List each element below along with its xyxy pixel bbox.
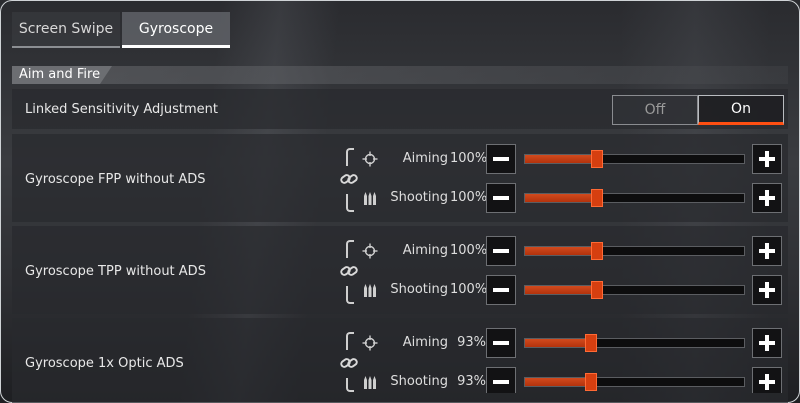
minus-icon <box>493 196 509 200</box>
slider-name: Shooting <box>390 374 448 389</box>
crosshair-icon <box>362 335 378 351</box>
bullets-icon <box>364 376 376 389</box>
slider-track[interactable] <box>524 334 745 352</box>
plus-icon <box>759 335 775 351</box>
slider-name: Shooting <box>390 190 448 205</box>
minus-icon <box>493 249 509 253</box>
plus-icon <box>759 190 775 206</box>
slider-thumb[interactable] <box>584 373 597 391</box>
slider-thumb[interactable] <box>584 334 597 352</box>
tab-gyroscope[interactable]: Gyroscope <box>122 12 230 48</box>
plus-icon <box>759 374 775 390</box>
slider-track[interactable] <box>524 373 745 391</box>
slider-value: 93% <box>457 335 486 350</box>
minus-icon <box>493 380 509 384</box>
linked-sensitivity-row: Linked Sensitivity Adjustment Off On <box>12 89 788 129</box>
crosshair-icon <box>362 151 378 167</box>
slider-name: Aiming <box>402 335 448 350</box>
slider-track[interactable] <box>524 281 745 299</box>
slider-row-shooting: Shooting 93% <box>12 367 788 393</box>
slider-fill <box>525 247 598 255</box>
minus-icon <box>493 157 509 161</box>
linked-sensitivity-toggle: Off On <box>612 95 784 125</box>
toggle-on-button[interactable]: On <box>698 95 784 125</box>
increase-button[interactable] <box>752 183 782 213</box>
plus-icon <box>759 243 775 259</box>
decrease-button[interactable] <box>486 367 516 393</box>
slider-value: 100% <box>450 190 488 205</box>
tab-screen-swipe[interactable]: Screen Swipe <box>12 12 120 48</box>
slider-name: Aiming <box>402 151 448 166</box>
slider-fill <box>525 155 598 163</box>
increase-button[interactable] <box>752 144 782 174</box>
section-title: Aim and Fire <box>19 67 101 82</box>
decrease-button[interactable] <box>486 183 516 213</box>
slider-thumb[interactable] <box>591 242 604 260</box>
slider-value: 93% <box>457 374 486 389</box>
increase-button[interactable] <box>752 367 782 393</box>
tab-bar: Screen Swipe Gyroscope <box>12 12 230 48</box>
slider-fill <box>525 339 591 347</box>
decrease-button[interactable] <box>486 144 516 174</box>
slider-row-aiming: Aiming 93% <box>12 328 788 358</box>
increase-button[interactable] <box>752 275 782 305</box>
decrease-button[interactable] <box>486 275 516 305</box>
setting-block-1x-optic: Gyroscope 1x Optic ADS Aiming 93% Shooti… <box>12 318 788 403</box>
minus-icon <box>493 341 509 345</box>
slider-fill <box>525 194 598 202</box>
bullets-icon <box>364 192 376 205</box>
slider-row-shooting: Shooting 100% <box>12 275 788 305</box>
section-header: Aim and Fire <box>12 66 788 84</box>
slider-name: Aiming <box>402 243 448 258</box>
increase-button[interactable] <box>752 328 782 358</box>
slider-value: 100% <box>450 282 488 297</box>
slider-row-shooting: Shooting 100% <box>12 183 788 213</box>
bullets-icon <box>364 284 376 297</box>
slider-track[interactable] <box>524 242 745 260</box>
decrease-button[interactable] <box>486 236 516 266</box>
slider-row-aiming: Aiming 100% <box>12 236 788 266</box>
increase-button[interactable] <box>752 236 782 266</box>
slider-value: 100% <box>450 243 488 258</box>
toggle-off-button[interactable]: Off <box>612 95 698 125</box>
setting-block-fpp: Gyroscope FPP without ADS Aiming 100% Sh… <box>12 134 788 222</box>
slider-row-aiming: Aiming 100% <box>12 144 788 174</box>
slider-value: 100% <box>450 151 488 166</box>
slider-track[interactable] <box>524 189 745 207</box>
slider-thumb[interactable] <box>591 281 604 299</box>
minus-icon <box>493 288 509 292</box>
slider-thumb[interactable] <box>591 189 604 207</box>
slider-fill <box>525 378 591 386</box>
slider-track[interactable] <box>524 150 745 168</box>
crosshair-icon <box>362 243 378 259</box>
setting-block-tpp: Gyroscope TPP without ADS Aiming 100% Sh… <box>12 226 788 314</box>
plus-icon <box>759 151 775 167</box>
slider-fill <box>525 286 598 294</box>
plus-icon <box>759 282 775 298</box>
decrease-button[interactable] <box>486 328 516 358</box>
linked-sensitivity-label: Linked Sensitivity Adjustment <box>25 102 218 117</box>
slider-name: Shooting <box>390 282 448 297</box>
slider-thumb[interactable] <box>591 150 604 168</box>
